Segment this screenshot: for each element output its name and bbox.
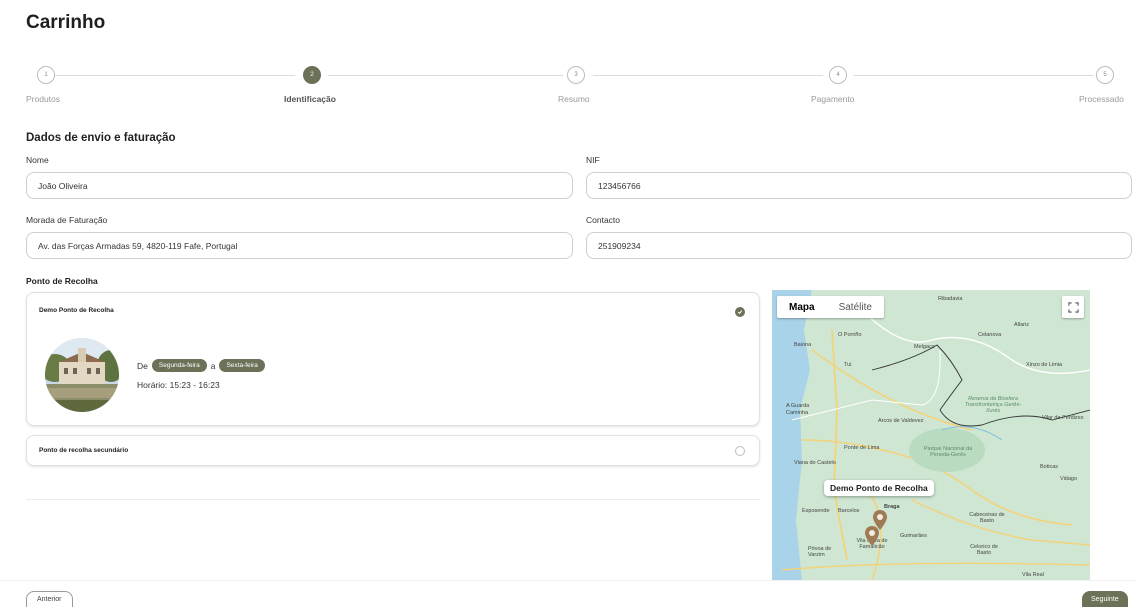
map-place-label: Tui (844, 362, 852, 368)
day-pill-from: Segunda-feira (151, 359, 207, 372)
map-place-label: Viana do Castelo (794, 460, 836, 466)
step-label: Produtos (26, 94, 61, 104)
map-place-label: Allariz (1014, 322, 1029, 328)
stepper-connector (593, 75, 823, 76)
map-popup: Demo Ponto de Recolha (824, 480, 934, 496)
pickup-card-primary[interactable]: Demo Ponto de Recolha De Segunda-feira a… (26, 292, 760, 426)
pickup-map[interactable]: Ribadavia O Porriño Baiona Melgaço Celan… (772, 290, 1090, 580)
map-place-label: Boticas (1040, 464, 1059, 470)
name-field[interactable]: João Oliveira (26, 172, 573, 199)
stepper-connector (50, 75, 295, 76)
map-place-label: Melgaço (914, 344, 935, 350)
map-canvas (772, 290, 1090, 580)
step-number: 2 (303, 66, 321, 84)
map-place-label: Guimarães (900, 533, 927, 539)
next-button[interactable]: Seguinte (1082, 591, 1128, 607)
map-place-label: Vidago (1060, 476, 1078, 482)
checkout-stepper: 1 Produtos 2 Identificação 3 Resumo 4 Pa… (26, 66, 1126, 106)
map-place-label: Ponte de Lima (844, 445, 880, 451)
map-tab-satellite[interactable]: Satélite (827, 296, 884, 318)
page-title: Carrinho (26, 12, 106, 33)
schedule-to-word: a (210, 360, 216, 371)
map-tab-map[interactable]: Mapa (777, 296, 827, 318)
map-place-label: Caminha (786, 410, 809, 416)
map-place-label: Esposende (802, 508, 830, 514)
map-type-tabs: Mapa Satélite (777, 296, 884, 318)
map-place-label: Xinzo de Limia (1026, 362, 1063, 368)
fullscreen-icon[interactable] (1062, 296, 1084, 318)
map-place-label: Celorico de Basto (970, 544, 998, 556)
footer-bar (0, 580, 1136, 607)
map-place-label: Póvoa de Varzim (808, 546, 832, 558)
map-place-label: Cabeceiras de Basto (969, 512, 1005, 524)
pickup-card-secondary[interactable]: Ponto de recolha secundário (26, 435, 760, 466)
pickup-hours: Horário: 15:23 - 16:23 (137, 380, 220, 390)
pickup-name: Demo Ponto de Recolha (39, 307, 114, 314)
step-number: 5 (1096, 66, 1114, 84)
contact-label: Contacto (586, 215, 621, 225)
step-label: Pagamento (811, 94, 855, 104)
map-place-label: Barcelos (838, 508, 860, 514)
map-marker-icon[interactable] (865, 526, 879, 546)
map-place-label: A Guarda (786, 403, 810, 409)
pickup-name: Ponto de recolha secundário (39, 447, 129, 454)
pickup-photo (45, 338, 119, 412)
map-place-label: Reserva da Biosfera Transfronteiriça Ger… (964, 396, 1022, 414)
name-label: Nome (26, 155, 49, 165)
step-label: Identificação (284, 94, 336, 104)
pickup-schedule: De Segunda-feira a Sexta-feira (137, 359, 265, 372)
map-place-label: Parque Nacional da Peneda-Gerês (923, 446, 973, 458)
map-place-label: O Porriño (838, 332, 862, 338)
radio-icon[interactable] (735, 446, 745, 456)
previous-button[interactable]: Anterior (26, 591, 73, 607)
section-title: Dados de envio e faturação (26, 132, 176, 144)
address-field[interactable]: Av. das Forças Armadas 59, 4820-119 Fafe… (26, 232, 573, 259)
step-number: 4 (829, 66, 847, 84)
schedule-from-word: De (137, 360, 148, 371)
stepper-connector (328, 75, 563, 76)
day-pill-to: Sexta-feira (219, 359, 265, 372)
step-label: Resumo (558, 94, 590, 104)
map-place-label: Celanova (978, 332, 1002, 338)
nif-field[interactable]: 123456766 (586, 172, 1132, 199)
pickup-title: Ponto de Recolha (26, 276, 98, 286)
map-place-label: Arcos de Valdevez (878, 418, 924, 424)
map-place-label: Ribadavia (938, 296, 963, 302)
map-place-label: Vila Real (1022, 572, 1044, 578)
map-place-label: Vilar de Perdizes (1042, 415, 1084, 421)
nif-label: NIF (586, 155, 600, 165)
check-icon (735, 307, 745, 317)
map-place-label: Baiona (794, 342, 812, 348)
step-number: 3 (567, 66, 585, 84)
stepper-connector (854, 75, 1094, 76)
step-label: Processado (1079, 94, 1124, 104)
address-label: Morada de Faturação (26, 215, 108, 225)
contact-field[interactable]: 251909234 (586, 232, 1132, 259)
divider (26, 499, 760, 500)
step-number: 1 (37, 66, 55, 84)
